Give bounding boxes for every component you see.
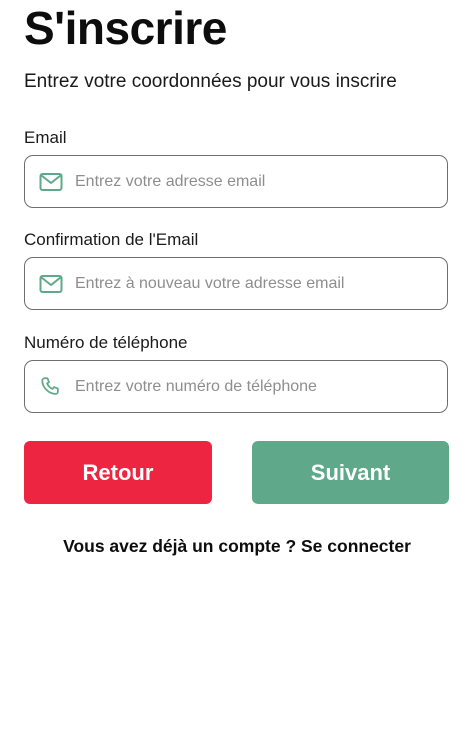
page-subtitle: Entrez votre coordonnées pour vous inscr…: [24, 71, 397, 92]
phone-input[interactable]: [75, 377, 415, 396]
login-link[interactable]: Vous avez déjà un compte ? Se connecter: [63, 536, 411, 556]
email-field[interactable]: [24, 155, 448, 208]
phone-field[interactable]: [24, 360, 448, 413]
mail-icon: [38, 271, 64, 297]
login-prompt: Vous avez déjà un compte ? Se connecter: [24, 536, 450, 557]
phone-label: Numéro de téléphone: [24, 333, 188, 352]
page-title: S'inscrire: [24, 2, 227, 54]
email-confirm-label: Confirmation de l'Email: [24, 230, 199, 249]
back-button[interactable]: Retour: [24, 441, 212, 504]
next-button[interactable]: Suivant: [252, 441, 449, 504]
email-label: Email: [24, 128, 67, 147]
mail-icon: [38, 169, 64, 195]
email-confirm-input[interactable]: [75, 274, 415, 293]
email-input[interactable]: [75, 172, 415, 191]
phone-icon: [38, 374, 64, 400]
email-confirm-field[interactable]: [24, 257, 448, 310]
